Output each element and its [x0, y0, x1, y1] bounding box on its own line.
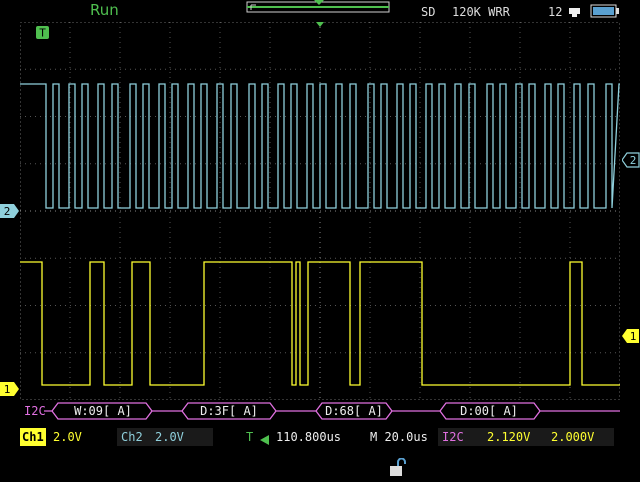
ch2-waveform [20, 83, 620, 209]
ch1-label: Ch1 [22, 430, 44, 444]
top-status-bar: Run SD 120K WRR 12 [0, 0, 640, 22]
trigger-marker-text: T [39, 27, 46, 40]
ch1-volts[interactable]: 2.0V [53, 430, 82, 444]
ch2-level-marker[interactable]: 2 [0, 203, 20, 219]
usb-icon [568, 4, 582, 17]
ch2-trigger-marker-text: 2 [630, 154, 637, 167]
ch1-waveform [20, 261, 620, 386]
bottom-info-bar: Ch1 2.0V Ch2 2.0V T 110.800us M 20.0us I… [0, 426, 640, 448]
ch2-volts[interactable]: 2.0V [155, 430, 184, 444]
trigger-level-1[interactable]: 2.120V [487, 430, 530, 444]
ch1-trigger-marker-text: 1 [630, 330, 637, 343]
memory-position-indicator[interactable] [244, 0, 394, 16]
ch2-trigger-level-marker[interactable]: 2 [622, 152, 640, 168]
unlock-icon[interactable] [388, 457, 408, 478]
arrow-left-icon [258, 431, 270, 450]
memory-mode: WRR [488, 5, 510, 19]
ch1-marker-text: 1 [4, 383, 11, 396]
timebase-scale[interactable]: M 20.0us [370, 430, 428, 444]
ch2-marker-text: 2 [4, 205, 11, 218]
memory-depth-label: 120K WRR [452, 5, 510, 19]
clock-label: 12 [548, 5, 563, 19]
trigger-delay[interactable]: 110.800us [276, 430, 341, 444]
trigger-source[interactable]: I2C [442, 430, 464, 444]
decode-packet-3: D:68[ A] [325, 404, 383, 418]
run-state-label[interactable]: Run [90, 1, 119, 19]
storage-label: SD [421, 5, 436, 19]
trigger-time-icon: T [246, 430, 254, 444]
i2c-decode-bus: I2C W:09[ A] D:3F[ A] D:68[ A] D:00[ A] [24, 402, 620, 420]
decode-packet-4: D:00[ A] [460, 404, 518, 418]
trigger-level-2[interactable]: 2.000V [551, 430, 594, 444]
waveform-display[interactable] [20, 22, 620, 400]
decode-packet-1: W:09[ A] [74, 404, 132, 418]
trigger-position-marker[interactable]: T [36, 26, 50, 44]
battery-icon [590, 3, 620, 18]
decode-protocol-label: I2C [24, 404, 46, 418]
ch2-label[interactable]: Ch2 [121, 430, 143, 444]
ch1-trigger-level-marker[interactable]: 1 [622, 328, 640, 344]
graticule [20, 22, 620, 400]
decode-packet-2: D:3F[ A] [200, 404, 258, 418]
memory-size: 120K [452, 5, 481, 19]
ch1-level-marker[interactable]: 1 [0, 381, 20, 397]
